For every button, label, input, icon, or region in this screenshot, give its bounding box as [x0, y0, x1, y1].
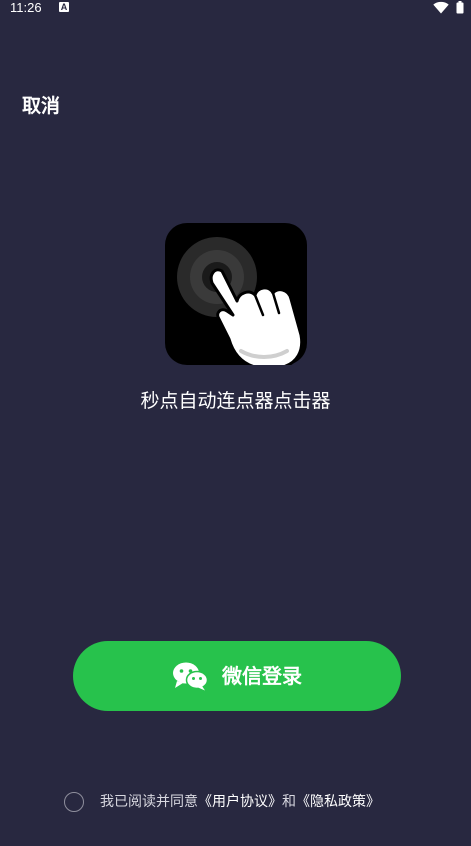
tap-hand-icon: [165, 223, 307, 365]
agreement-and: 和: [282, 794, 296, 810]
agree-checkbox[interactable]: [64, 792, 84, 812]
app-name: 秒点自动连点器点击器: [140, 390, 331, 412]
agreement-prefix: 我已阅读并同意: [100, 794, 198, 810]
a-icon: A: [59, 2, 69, 12]
status-bar: 11:26 A: [0, 0, 471, 18]
battery-icon: [456, 1, 464, 14]
user-agreement-link[interactable]: 《用户协议》: [198, 794, 282, 810]
agreement-text: 我已阅读并同意《用户协议》和《隐私政策》: [100, 792, 380, 812]
wechat-login-label: 微信登录: [222, 664, 302, 688]
agreement-row: 我已阅读并同意《用户协议》和《隐私政策》: [64, 790, 380, 814]
wechat-login-button[interactable]: 微信登录: [73, 641, 401, 711]
wifi-icon: [433, 1, 449, 14]
privacy-policy-link[interactable]: 《隐私政策》: [296, 794, 380, 810]
cancel-button[interactable]: 取消: [22, 93, 60, 119]
status-time: 11:26: [10, 0, 42, 15]
wechat-icon: [173, 662, 208, 691]
